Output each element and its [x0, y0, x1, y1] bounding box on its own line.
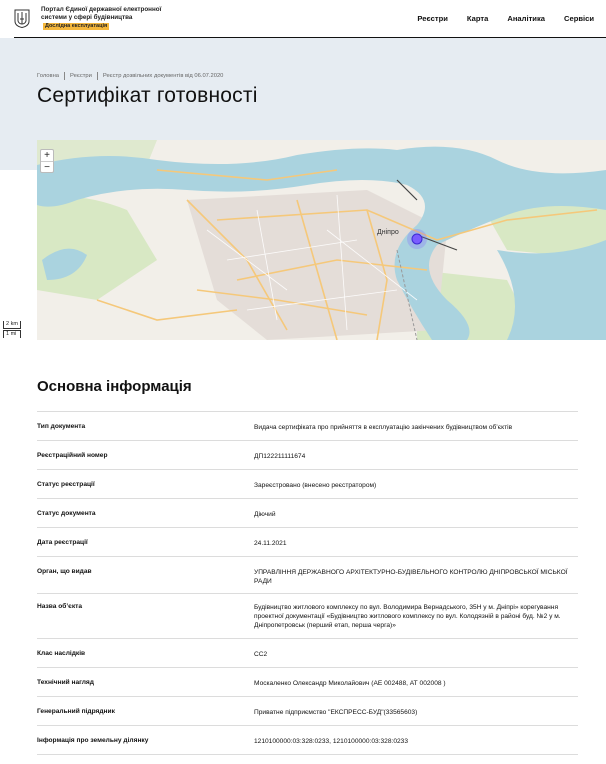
row-label: Дата реєстрації [37, 539, 88, 546]
info-row-land-plot: Інформація про земельну ділянку 12101000… [37, 726, 578, 755]
row-value: ДП122211111674 [254, 453, 306, 460]
row-value: Діючий [254, 511, 276, 518]
main-nav: Реєстри Карта Аналітика Сервіси [398, 14, 594, 23]
info-row-doc-type: Тип документа Видача сертифіката про при… [37, 412, 578, 441]
row-value: Будівництво житлового комплексу по вул. … [254, 604, 561, 629]
section-title: Основна інформація [37, 378, 192, 395]
map-scale: 2 km 1 mi [3, 321, 21, 338]
row-label: Реєстраційний номер [37, 452, 108, 459]
info-row-contractor: Генеральний підрядник Приватне підприємс… [37, 697, 578, 726]
page-title: Сертифікат готовності [37, 84, 258, 107]
location-marker-icon[interactable] [411, 233, 423, 245]
row-value: Москаленко Олександр Миколайович (АЕ 002… [254, 680, 446, 687]
zoom-out-button[interactable]: − [41, 161, 53, 173]
info-row-reg-date: Дата реєстрації 24.11.2021 [37, 528, 578, 557]
row-label: Клас наслідків [37, 650, 86, 657]
nav-services[interactable]: Сервіси [564, 14, 594, 23]
row-label: Статус реєстрації [37, 481, 95, 488]
row-label: Статус документа [37, 510, 96, 517]
row-value: 24.11.2021 [254, 540, 287, 547]
info-row-consequence-class: Клас наслідків СС2 [37, 639, 578, 668]
info-row-object-name: Назва об’єкта Будівництво житлового комп… [37, 594, 578, 639]
row-label: Технічний нагляд [37, 679, 94, 686]
map-city-label: Дніпро [377, 228, 399, 236]
row-label: Назва об’єкта [37, 603, 83, 610]
info-table: Тип документа Видача сертифіката про при… [37, 411, 578, 755]
row-label: Інформація про земельну ділянку [37, 737, 149, 744]
row-value: УПРАВЛІННЯ ДЕРЖАВНОГО АРХІТЕКТУРНО-БУДІВ… [254, 569, 568, 585]
row-label: Генеральний підрядник [37, 708, 115, 715]
nav-registries[interactable]: Реєстри [417, 14, 448, 23]
scale-mi: 1 mi [3, 330, 21, 338]
info-row-reg-status: Статус реєстрації Зареєстровано (внесено… [37, 470, 578, 499]
scale-km: 2 km [3, 321, 21, 329]
breadcrumb-separator [96, 72, 98, 80]
map-canvas[interactable]: Дніпро [37, 140, 606, 340]
row-value: Видача сертифіката про прийняття в експл… [254, 424, 513, 431]
row-value: Приватне підприємство "ЕКСПРЕСС-БУД"(335… [254, 709, 418, 716]
zoom-in-button[interactable]: + [41, 150, 53, 161]
info-row-reg-number: Реєстраційний номер ДП122211111674 [37, 441, 578, 470]
row-value: 1210100000:03:328:0233, 1210100000:03:32… [254, 738, 409, 745]
nav-map[interactable]: Карта [467, 14, 488, 23]
trident-logo-icon[interactable] [14, 9, 30, 28]
info-row-issuer: Орган, що видав УПРАВЛІННЯ ДЕРЖАВНОГО АР… [37, 557, 578, 594]
nav-analytics[interactable]: Аналітика [507, 14, 545, 23]
row-label: Тип документа [37, 423, 86, 430]
breadcrumb: Головна Реєстри Реєстр дозвільних докуме… [37, 72, 223, 80]
beta-badge: Дослідна експлуатація [43, 23, 110, 30]
info-row-doc-status: Статус документа Діючий [37, 499, 578, 528]
site-header: Портал Єдиної державної електронної сист… [14, 0, 606, 38]
location-map[interactable]: Дніпро + − [37, 140, 606, 340]
row-label: Орган, що видав [37, 568, 92, 575]
breadcrumb-separator [64, 72, 66, 80]
row-value: СС2 [254, 651, 268, 658]
info-row-tech-supervision: Технічний нагляд Москаленко Олександр Ми… [37, 668, 578, 697]
portal-title[interactable]: Портал Єдиної державної електронної сист… [41, 6, 171, 30]
zoom-control: + − [40, 149, 54, 173]
band-strip [0, 140, 37, 170]
breadcrumb-registries[interactable]: Реєстри [70, 73, 92, 79]
row-value: Зареєстровано (внесено реєстратором) [254, 482, 377, 489]
breadcrumb-home[interactable]: Головна [37, 73, 59, 79]
portal-title-text: Портал Єдиної державної електронної сист… [41, 6, 162, 21]
breadcrumb-current: Реєстр дозвільних документів від 06.07.2… [102, 73, 224, 79]
